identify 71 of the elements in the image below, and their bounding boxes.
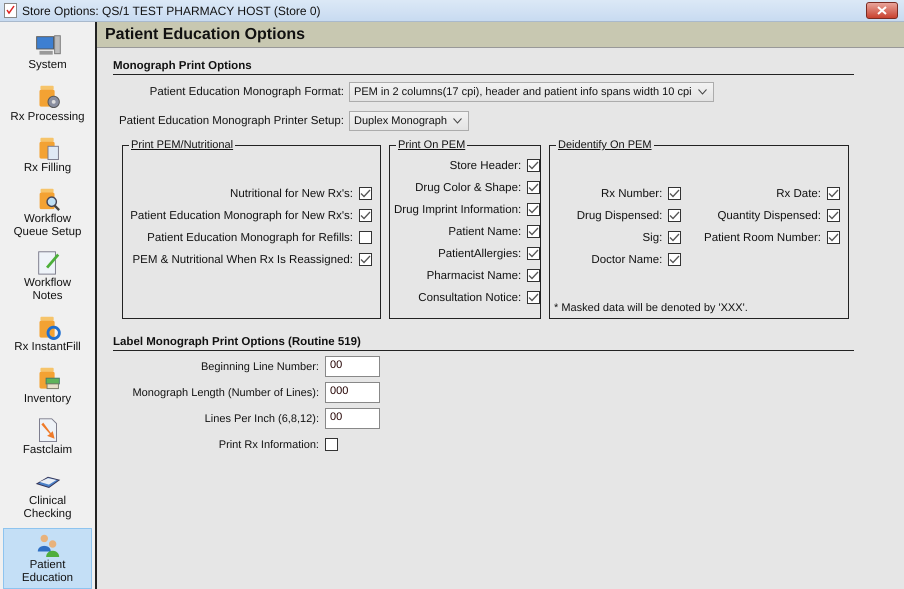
checkbox[interactable] (527, 225, 540, 238)
checkbox-label: Drug Color & Shape: (415, 182, 522, 194)
sidebar-item[interactable]: Patient Education (3, 528, 92, 589)
checkbox[interactable] (359, 231, 372, 244)
checkbox[interactable] (668, 209, 682, 222)
checkbox[interactable] (668, 231, 682, 244)
field-label: Patient Education Monograph Printer Setup: (118, 115, 345, 127)
checkbox[interactable] (668, 253, 682, 266)
checkbox[interactable] (359, 209, 372, 222)
checkbox-label: Rx Date: (776, 188, 821, 200)
checkbox-label: Patient Education Monograph for Refills: (147, 232, 353, 244)
sidebar-item[interactable]: Workflow Queue Setup (3, 182, 92, 244)
sidebar-item[interactable]: System (3, 28, 92, 76)
checkbox-label: Sig: (642, 232, 662, 244)
section-heading: Monograph Print Options (113, 60, 854, 75)
checkbox-label: Rx Number: (600, 188, 662, 200)
field-label: Patient Education Monograph Format: (148, 86, 345, 98)
checkbox[interactable] (359, 187, 372, 200)
sidebar-item[interactable]: Rx Filling (3, 130, 92, 180)
checkbox[interactable] (527, 181, 540, 194)
checkbox[interactable] (527, 247, 540, 260)
input-field[interactable]: 00 (325, 356, 380, 377)
sidebar-item[interactable]: Rx InstantFill (3, 310, 92, 358)
checkbox-label: Drug Imprint Information: (394, 204, 522, 216)
close-button[interactable] (866, 2, 898, 19)
group-title: Print On PEM (396, 139, 468, 151)
checkbox-label: Quantity Dispensed: (717, 210, 821, 222)
field-label: Monograph Length (Number of Lines): (132, 386, 319, 398)
field-label: Print Rx Information: (218, 438, 319, 450)
checkbox-label: Nutritional for New Rx's: (230, 188, 353, 200)
sidebar-item[interactable]: Fastclaim (3, 412, 92, 462)
sidebar-item[interactable]: Inventory (3, 361, 92, 410)
dropdown[interactable]: PEM in 2 columns(17 cpi), header and patient info spans width 10 cpi (349, 82, 714, 102)
group-title: Deidentify On PEM (556, 139, 654, 151)
window-title: Store Options: QS/1 TEST PHARMACY HOST (Store 0) (22, 4, 322, 18)
sidebar-item[interactable]: Workflow Notes (3, 246, 92, 307)
checkbox[interactable] (527, 159, 540, 172)
field-label: Lines Per Inch (6,8,12): (204, 412, 319, 424)
checkbox-label: Store Header: (450, 160, 522, 172)
close-icon (877, 6, 887, 15)
checkbox[interactable] (359, 253, 372, 266)
checkbox[interactable] (827, 209, 840, 222)
caret-icon (698, 89, 707, 95)
input-field[interactable]: 00 (325, 408, 380, 429)
checkbox-label: Consultation Notice: (418, 292, 522, 304)
checkbox[interactable] (527, 203, 540, 216)
sidebar-item[interactable]: Clinical Checking (3, 464, 92, 526)
input-field[interactable]: 000 (325, 382, 380, 403)
caret-icon (453, 118, 462, 124)
checkbox-label: PatientAllergies: (438, 248, 522, 260)
checkbox-label: Patient Room Number: (704, 232, 821, 244)
group-title: Print PEM/Nutritional (129, 139, 236, 151)
checkbox[interactable] (827, 187, 840, 200)
checklist-icon (4, 3, 17, 18)
page-title: Patient Education Options (105, 26, 306, 44)
checkbox[interactable] (527, 291, 540, 304)
checkbox-label: Patient Name: (448, 226, 522, 238)
checkbox[interactable] (668, 187, 682, 200)
section-heading: Label Monograph Print Options (Routine 519) (113, 336, 854, 351)
checkbox-label: Patient Education Monograph for New Rx's: (130, 210, 353, 222)
checkbox-label: Pharmacist Name: (426, 270, 522, 282)
checkbox[interactable] (325, 438, 338, 451)
checkbox[interactable] (827, 231, 840, 244)
checkbox-label: PEM & Nutritional When Rx Is Reassigned: (132, 254, 353, 266)
checkbox-label: Drug Dispensed: (576, 210, 662, 222)
checkbox-label: Doctor Name: (591, 254, 662, 266)
checkbox[interactable] (527, 269, 540, 282)
sidebar-item[interactable]: Rx Processing (3, 79, 92, 128)
field-label: Beginning Line Number: (200, 360, 319, 372)
note-text: * Masked data will be denoted by 'XXX'. (554, 302, 749, 314)
dropdown[interactable]: Duplex Monograph (349, 111, 469, 131)
